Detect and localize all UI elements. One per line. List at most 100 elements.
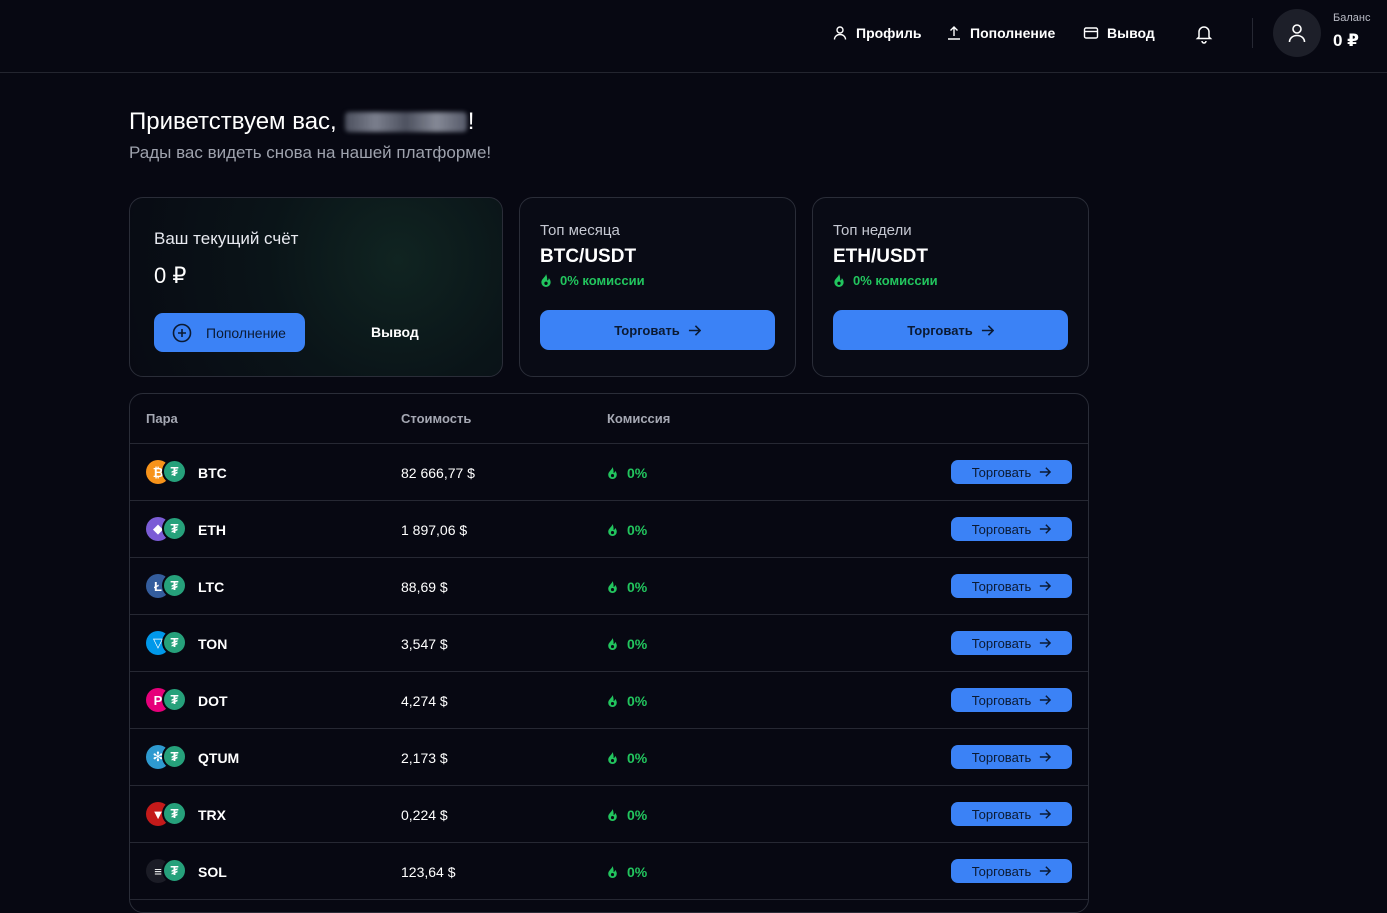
flame-icon <box>608 695 617 707</box>
arrow-right-icon <box>981 324 994 336</box>
trade-button-label: Торговать <box>971 578 1032 594</box>
pair-fee: 0% <box>607 750 647 766</box>
pair-icons: ◆ ₮ <box>146 516 188 543</box>
pair-fee: 0% <box>607 522 647 538</box>
tether-icon: ₮ <box>162 744 187 769</box>
pair-price: 82 666,77 $ <box>401 465 475 481</box>
trade-button-label: Торговать <box>971 749 1032 765</box>
trade-button[interactable]: Торговать <box>951 517 1072 541</box>
top-week-fee-label: 0% комиссии <box>853 273 938 288</box>
pair-symbol: TRX <box>198 807 226 823</box>
table-row: ◆ ₮ ETH 1 897,06 $ 0% Торговать <box>130 501 1088 558</box>
pair-fee-value: 0% <box>627 864 648 880</box>
trade-button-label: Торговать <box>971 635 1032 651</box>
pair-price: 123,64 $ <box>401 864 456 880</box>
top-month-label: Топ месяца <box>540 222 620 239</box>
pair-icons: P ₮ <box>146 687 188 714</box>
table-row: ₿ ₮ BTC 82 666,77 $ 0% Торговать <box>130 444 1088 501</box>
pair-fee: 0% <box>607 864 647 880</box>
top-month-card: Топ месяца BTC/USDT 0% комиссии Торговат… <box>519 197 796 377</box>
nav-withdraw-link[interactable]: Вывод <box>1083 23 1155 43</box>
pair-icons: ▼ ₮ <box>146 801 188 828</box>
trade-button-label: Торговать <box>971 692 1032 708</box>
greeting-suffix: ! <box>467 108 475 135</box>
pair-icons: ₿ ₮ <box>146 459 188 486</box>
tether-icon: ₮ <box>162 858 187 883</box>
arrow-right-icon <box>1040 866 1052 876</box>
flame-icon <box>608 752 617 764</box>
pair-fee-value: 0% <box>627 579 648 595</box>
pair-fee: 0% <box>607 693 647 709</box>
trade-button[interactable]: Торговать <box>951 859 1072 883</box>
greeting-title: Приветствуем вас, <box>129 108 337 135</box>
trade-button[interactable]: Торговать <box>951 574 1072 598</box>
pair-fee-value: 0% <box>627 465 648 481</box>
user-icon <box>1288 24 1306 43</box>
pair-fee-value: 0% <box>627 636 648 652</box>
trade-button[interactable]: Торговать <box>951 460 1072 484</box>
nav-deposit-link[interactable]: Пополнение <box>946 23 1055 43</box>
pair-fee-value: 0% <box>627 807 648 823</box>
trade-button[interactable]: Торговать <box>833 310 1068 350</box>
trade-button-label: Торговать <box>971 521 1032 537</box>
pair-fee-value: 0% <box>627 750 648 766</box>
trade-button[interactable]: Торговать <box>951 631 1072 655</box>
pair-icons: Ł ₮ <box>146 573 188 600</box>
trade-button[interactable]: Торговать <box>540 310 775 350</box>
flame-icon <box>608 467 617 479</box>
table-row: ▼ ₮ TRX 0,224 $ 0% Торговать <box>130 786 1088 843</box>
pair-price: 0,224 $ <box>401 807 448 823</box>
withdraw-button[interactable]: Вывод <box>371 324 419 340</box>
deposit-button-label: Пополнение <box>206 324 286 341</box>
arrow-right-icon <box>1040 524 1052 534</box>
trade-button[interactable]: Торговать <box>951 688 1072 712</box>
pair-price: 1 897,06 $ <box>401 522 468 538</box>
pair-symbol: TON <box>198 636 228 652</box>
account-label: Ваш текущий счёт <box>154 229 299 248</box>
pair-fee: 0% <box>607 807 647 823</box>
flame-icon <box>608 581 617 593</box>
user-icon <box>833 26 847 40</box>
column-header-pair: Пара <box>146 411 178 426</box>
pair-fee: 0% <box>607 579 647 595</box>
greeting-subtitle: Рады вас видеть снова на нашей платформе… <box>129 143 492 162</box>
table-header: Пара Стоимость Комиссия <box>130 394 1088 444</box>
trade-button-label: Торговать <box>907 322 973 338</box>
balance-label: Баланс <box>1333 12 1371 24</box>
pair-fee-value: 0% <box>627 693 648 709</box>
pair-symbol: BTC <box>198 465 227 481</box>
nav-profile-link[interactable]: Профиль <box>832 23 922 43</box>
account-value: 0 ₽ <box>154 263 187 288</box>
pair-symbol: SOL <box>198 864 227 880</box>
arrow-right-icon <box>1040 695 1052 705</box>
arrow-right-icon <box>688 324 701 336</box>
trade-button[interactable]: Торговать <box>951 802 1072 826</box>
table-row: P ₮ DOT 4,274 $ 0% Торговать <box>130 672 1088 729</box>
tether-icon: ₮ <box>162 687 187 712</box>
pair-price: 2,173 $ <box>401 750 448 766</box>
deposit-button[interactable]: Пополнение <box>154 313 305 352</box>
pair-symbol: ETH <box>198 522 226 538</box>
table-row: ✻ ₮ QTUM 2,173 $ 0% Торговать <box>130 729 1088 786</box>
nav-profile-label: Профиль <box>856 25 922 41</box>
blurred-username <box>344 112 467 132</box>
top-week-card: Топ недели ETH/USDT 0% комиссии Торговат… <box>812 197 1089 377</box>
column-header-fee: Комиссия <box>607 411 671 426</box>
flame-icon <box>608 866 617 878</box>
pair-icons: ▽ ₮ <box>146 630 188 657</box>
column-header-price: Стоимость <box>401 411 472 426</box>
pair-fee: 0% <box>607 636 647 652</box>
trade-button[interactable]: Торговать <box>951 745 1072 769</box>
pair-symbol: LTC <box>198 579 225 595</box>
avatar[interactable] <box>1273 9 1321 57</box>
plus-circle-icon <box>172 323 192 342</box>
account-card: Ваш текущий счёт 0 ₽ Пополнение Вывод <box>129 197 503 377</box>
top-month-fee: 0% комиссии <box>540 273 645 288</box>
top-month-pair: BTC/USDT <box>540 246 637 267</box>
tether-icon: ₮ <box>162 516 187 541</box>
bell-icon[interactable] <box>1193 22 1215 44</box>
divider <box>1252 18 1253 48</box>
pair-icons: ✻ ₮ <box>146 744 188 771</box>
top-week-label: Топ недели <box>833 222 912 239</box>
top-bar: Профиль Пополнение Вывод Баланс 0 ₽ <box>0 0 1387 73</box>
